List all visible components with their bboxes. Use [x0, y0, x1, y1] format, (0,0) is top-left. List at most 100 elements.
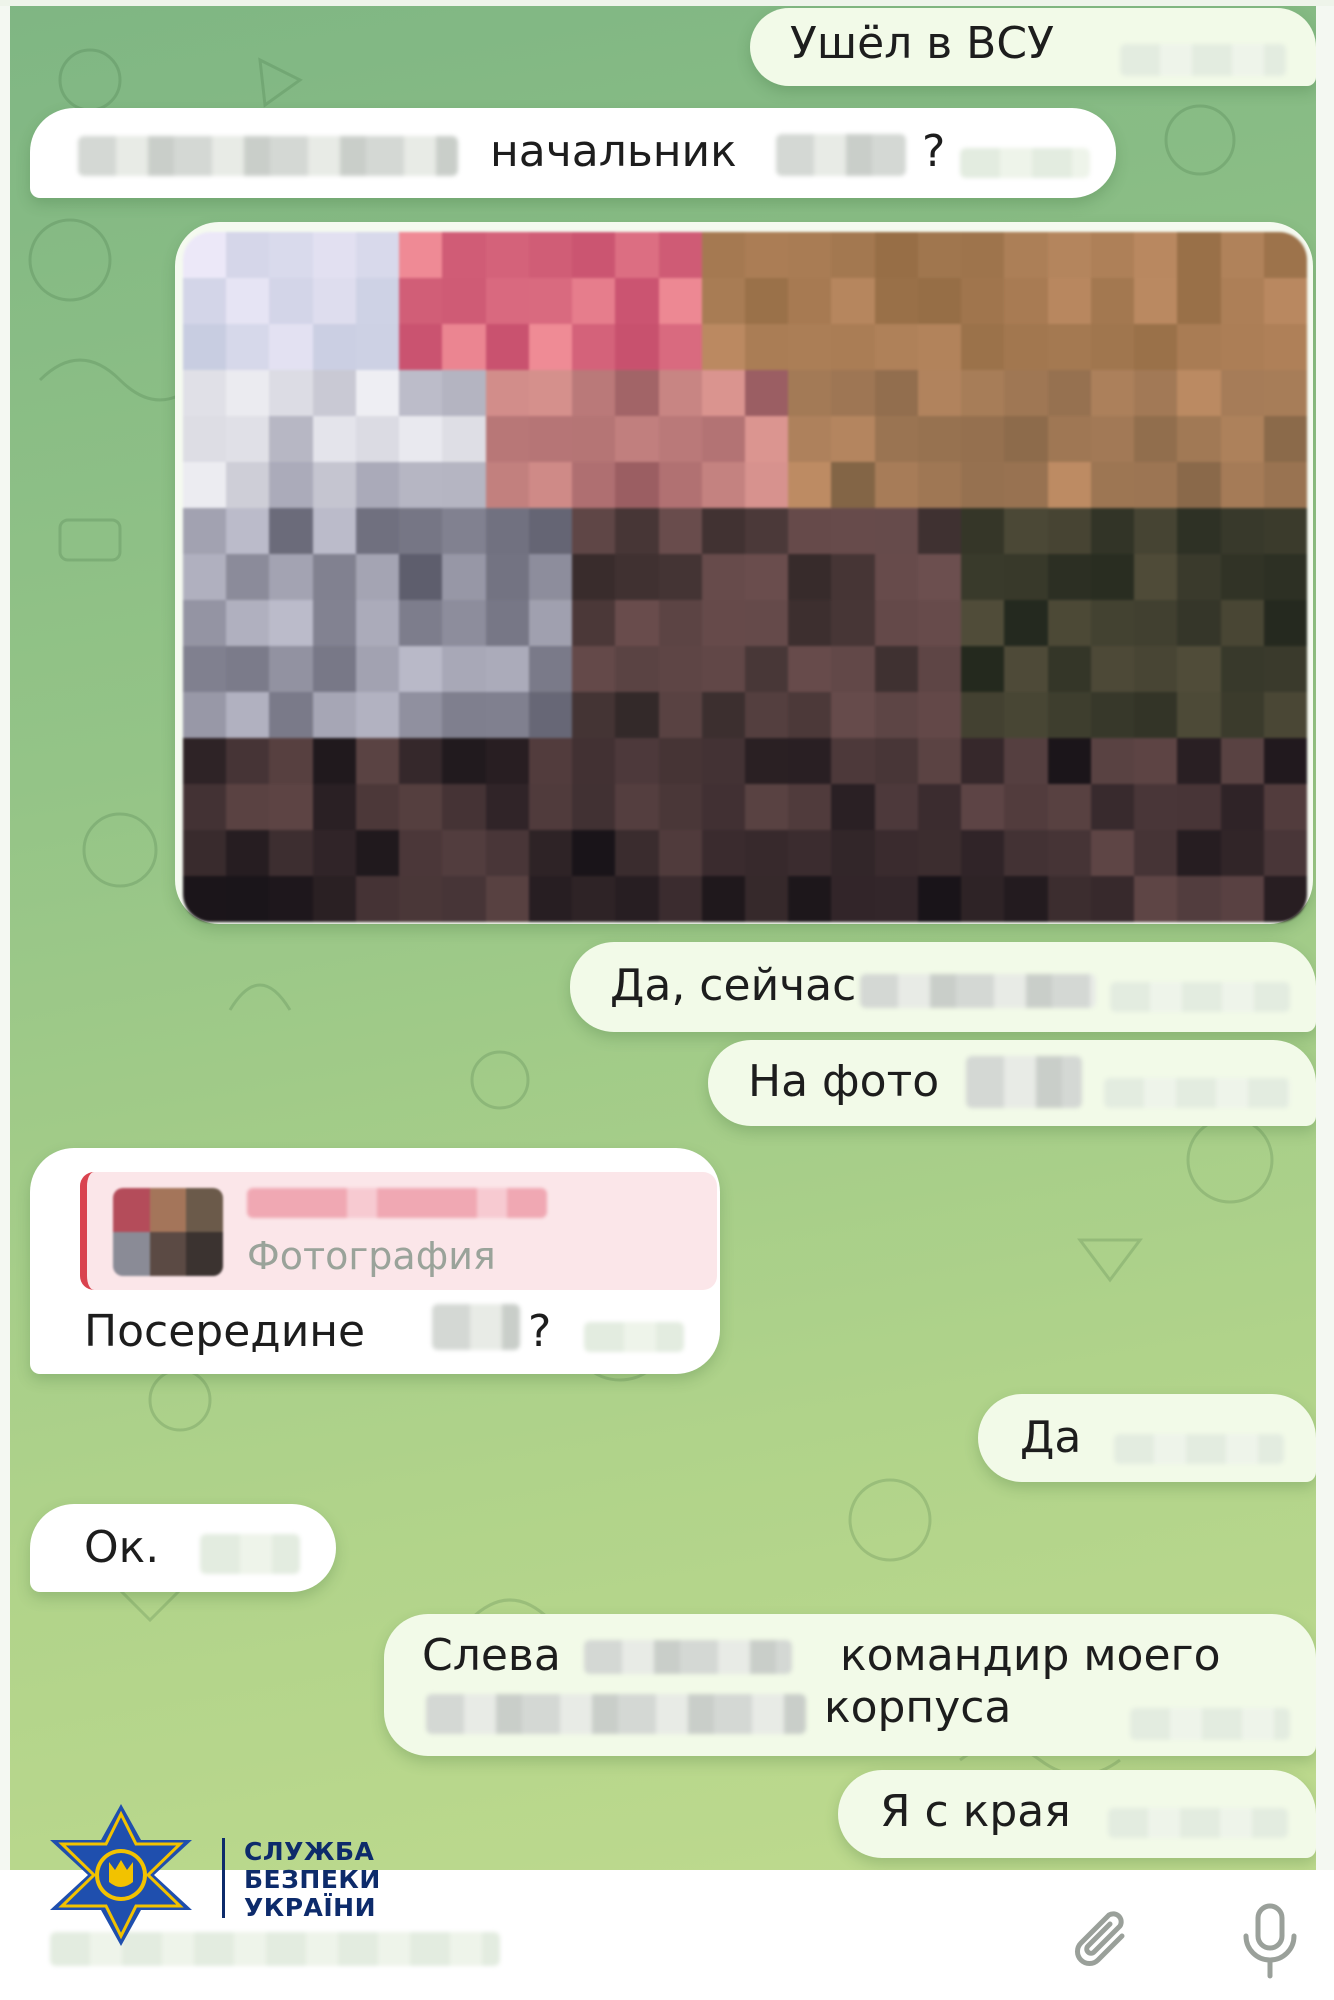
redacted-reply-author	[247, 1188, 547, 1218]
photo-pixel	[355, 600, 400, 646]
photo-pixel	[788, 692, 832, 738]
photo-pixel	[831, 232, 875, 278]
message-text: Я с края	[880, 1786, 1071, 1837]
photo-pixel	[1134, 738, 1178, 784]
photo-pixel	[615, 784, 659, 830]
photo-pixel	[399, 600, 443, 646]
photo-pixel	[658, 738, 702, 784]
message-text-start: Слева	[422, 1630, 561, 1681]
photo-pixel	[442, 830, 486, 876]
photo-pixel	[485, 324, 529, 370]
photo-pixel	[831, 646, 875, 692]
photo-pixel	[831, 600, 875, 646]
photo-pixel	[1047, 692, 1091, 738]
photo-pixel	[1004, 462, 1048, 508]
photo-pixel	[615, 876, 659, 922]
message-bubble[interactable]: Да	[978, 1394, 1316, 1482]
photo-pixel	[788, 416, 832, 462]
photo-pixel	[528, 278, 573, 324]
photo-pixel	[312, 324, 356, 370]
photo-pixel	[658, 600, 702, 646]
photo-pixel	[917, 416, 962, 462]
message-text: На фото	[748, 1056, 940, 1107]
photo-pixel	[788, 232, 832, 278]
photo-pixel	[312, 784, 356, 830]
photo-pixel	[701, 416, 745, 462]
photo-pixel	[1047, 738, 1091, 784]
paperclip-icon[interactable]	[1068, 1906, 1142, 1980]
photo-pixel	[917, 830, 962, 876]
photo-pixel	[961, 554, 1005, 600]
photo-pixel	[658, 416, 702, 462]
microphone-icon[interactable]	[1238, 1902, 1302, 1982]
photo-pixel	[312, 278, 356, 324]
redacted-timestamp	[200, 1534, 300, 1574]
photo-pixel	[1047, 416, 1091, 462]
photo-pixel	[1004, 830, 1048, 876]
photo-pixel	[701, 830, 745, 876]
message-bubble[interactable]: Ок.	[30, 1504, 336, 1592]
photo-pixel	[442, 416, 486, 462]
photo-pixel	[226, 692, 270, 738]
photo-pixel	[399, 232, 443, 278]
photo-pixel	[658, 370, 702, 416]
photo-pixel	[701, 876, 745, 922]
photo-pixel	[745, 784, 789, 830]
photo-pixel	[615, 416, 659, 462]
photo-pixel	[183, 784, 227, 830]
photo-pixel	[874, 508, 918, 554]
photo-pixel	[183, 646, 227, 692]
redacted-timestamp	[1114, 1434, 1284, 1464]
photo-pixel	[658, 784, 702, 830]
photo-pixel	[1263, 416, 1307, 462]
message-bubble[interactable]: Слева командир моего корпуса	[384, 1614, 1316, 1756]
photo-pixel	[658, 232, 702, 278]
redacted-timestamp	[1120, 44, 1286, 76]
photo-pixel	[183, 370, 227, 416]
photo-pixel	[917, 462, 962, 508]
message-bubble[interactable]: начальник ?	[30, 108, 1116, 198]
photo-pixel	[745, 508, 789, 554]
photo-pixel	[961, 232, 1005, 278]
photo-pixel	[1004, 324, 1048, 370]
photo-pixel	[917, 232, 962, 278]
photo-pixel	[1090, 876, 1135, 922]
frame-edge	[0, 0, 10, 2000]
photo-pixel	[1134, 692, 1178, 738]
photo-pixel	[615, 692, 659, 738]
photo-pixel	[1220, 554, 1264, 600]
photo-pixel	[399, 830, 443, 876]
photo-pixel	[528, 232, 573, 278]
photo-pixel	[1134, 232, 1178, 278]
photo-pixel	[528, 692, 573, 738]
photo-pixel	[355, 370, 400, 416]
photo-pixel	[442, 508, 486, 554]
photo-pixel	[1090, 738, 1135, 784]
photo-pixel	[1090, 830, 1135, 876]
photo-pixel	[269, 738, 313, 784]
message-bubble[interactable]: На фото	[708, 1040, 1316, 1126]
pixelated-photo[interactable]	[183, 232, 1307, 922]
photo-pixel	[355, 646, 400, 692]
photo-pixel	[485, 600, 529, 646]
photo-pixel	[355, 278, 400, 324]
photo-pixel	[226, 232, 270, 278]
message-bubble[interactable]: Да, сейчас	[570, 942, 1316, 1032]
photo-pixel	[572, 646, 616, 692]
redacted-text	[584, 1640, 792, 1674]
photo-pixel	[658, 278, 702, 324]
photo-pixel	[1220, 784, 1264, 830]
photo-pixel	[1134, 370, 1178, 416]
photo-pixel	[528, 830, 573, 876]
photo-pixel	[269, 646, 313, 692]
photo-pixel	[269, 692, 313, 738]
photo-pixel	[485, 738, 529, 784]
message-bubble[interactable]: Я с края	[838, 1770, 1316, 1858]
photo-pixel	[615, 646, 659, 692]
photo-pixel	[442, 554, 486, 600]
reply-quote[interactable]: Фотография	[80, 1172, 717, 1290]
photo-pixel	[312, 646, 356, 692]
photo-pixel	[269, 508, 313, 554]
photo-pixel	[1263, 278, 1307, 324]
message-bubble[interactable]: Ушёл в ВСУ	[750, 8, 1316, 86]
